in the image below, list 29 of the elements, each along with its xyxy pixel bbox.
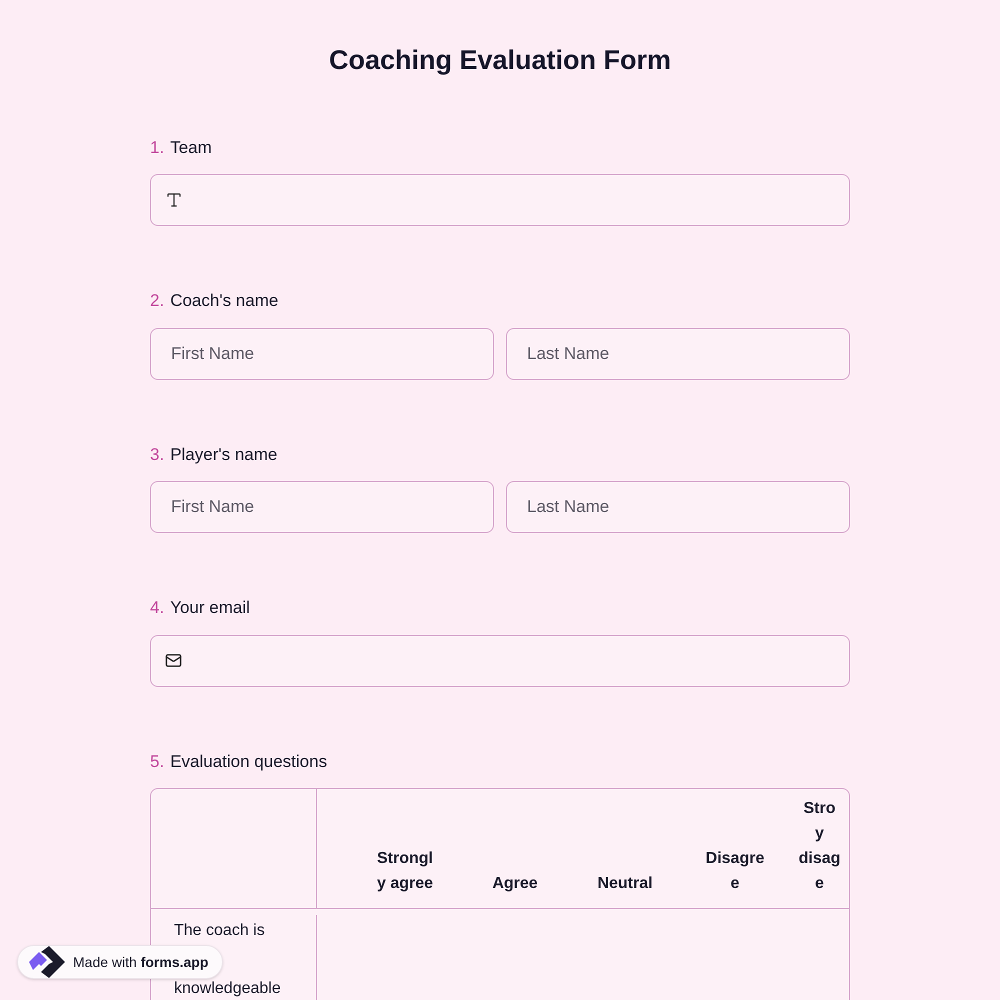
column-header: Neutral bbox=[596, 874, 654, 894]
badge-text: Made with forms.app bbox=[73, 952, 208, 972]
name-field[interactable]: Last Name bbox=[506, 481, 850, 533]
mail-icon bbox=[165, 652, 182, 669]
question-number: 5. bbox=[150, 750, 164, 772]
question-label: Player's name bbox=[170, 444, 278, 466]
question-label: Coach's name bbox=[170, 290, 278, 312]
question-number: 4. bbox=[150, 597, 164, 619]
column-header: Agree bbox=[491, 874, 539, 894]
question-number: 2. bbox=[150, 290, 164, 312]
column-header: Disagre e bbox=[704, 849, 766, 894]
question-label: Evaluation questions bbox=[170, 750, 328, 772]
name-field[interactable]: Last Name bbox=[506, 328, 850, 380]
question-number: 3. bbox=[150, 444, 164, 466]
made-with-badge[interactable]: Made with forms.app bbox=[17, 945, 224, 979]
column-header: Strongl y agree bbox=[376, 849, 434, 894]
text-field[interactable] bbox=[150, 174, 850, 226]
question-number: 1. bbox=[150, 136, 164, 158]
column-header: Stro y disag e bbox=[798, 799, 842, 894]
logo-icon bbox=[27, 946, 65, 978]
text-icon bbox=[165, 191, 183, 209]
email-field[interactable] bbox=[150, 634, 850, 686]
name-field[interactable]: First Name bbox=[150, 328, 494, 380]
row-label: The coach is bbox=[174, 921, 266, 941]
row-label: knowledgeable bbox=[174, 979, 282, 999]
name-field[interactable]: First Name bbox=[150, 481, 494, 533]
question-label: Your email bbox=[170, 597, 250, 619]
question-label: Team bbox=[170, 136, 212, 158]
form-title: Coaching Evaluation Form bbox=[328, 44, 672, 77]
